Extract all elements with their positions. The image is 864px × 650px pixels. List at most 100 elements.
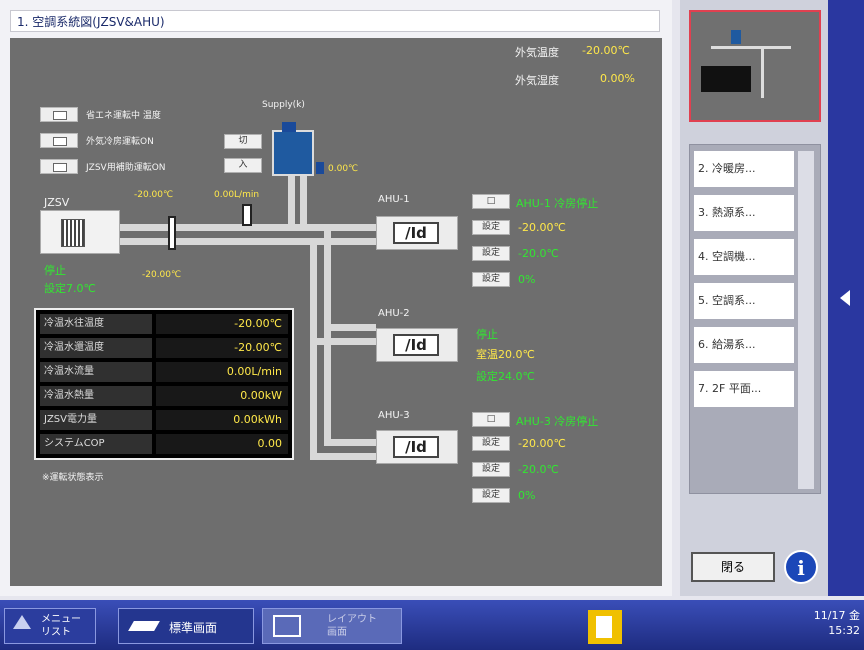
table-row: JZSV電力量 0.00kWh bbox=[40, 410, 288, 430]
pipe bbox=[120, 238, 382, 245]
ahu-1-setpoint-button[interactable]: 設定 bbox=[472, 246, 510, 261]
list-item[interactable]: 6. 給湯系... bbox=[694, 327, 794, 363]
tank-valve-icon bbox=[282, 122, 296, 132]
valve-icon bbox=[242, 204, 252, 226]
ahu-1-label: AHU-1 bbox=[378, 194, 410, 205]
pipe-temp-1: -20.00℃ bbox=[134, 190, 174, 200]
ahu-1-humidity: 0% bbox=[518, 273, 536, 286]
ahu-2-room-temp: 室温20.0℃ bbox=[476, 348, 535, 361]
ahu-1-setpoint-button[interactable]: 設定 bbox=[472, 220, 510, 235]
heat-pump-icon bbox=[61, 219, 85, 247]
main-window: 1. 空調系統図(JZSV&AHU) 外気温度 -20.00℃ 外気湿度 0.0… bbox=[0, 0, 672, 596]
list-item[interactable]: 2. 冷暖房... bbox=[694, 151, 794, 187]
supply-tank bbox=[272, 130, 314, 176]
window-title: 1. 空調系統図(JZSV&AHU) bbox=[10, 10, 660, 32]
pipe bbox=[324, 224, 331, 446]
row-value: 0.00kW bbox=[156, 386, 288, 406]
system-diagram: 外気温度 -20.00℃ 外気湿度 0.00% 省エネ運転中 温度 外気冷房運転… bbox=[10, 38, 662, 586]
table-row: 冷温水還温度 -20.00℃ bbox=[40, 338, 288, 358]
thumbnail-table bbox=[701, 66, 751, 92]
clock-date: 11/17 金 bbox=[813, 609, 860, 622]
info-icon[interactable]: i bbox=[784, 550, 818, 584]
row-value: 0.00L/min bbox=[156, 362, 288, 382]
arrow-left-icon bbox=[840, 290, 850, 306]
list-item[interactable]: 7. 2F 平面... bbox=[694, 371, 794, 407]
row-value: -20.00℃ bbox=[156, 338, 288, 358]
clock: 11/17 金 15:32 bbox=[790, 608, 860, 638]
control-label: JZSV用補助運転ON bbox=[86, 163, 166, 173]
control-toggle[interactable] bbox=[40, 133, 78, 148]
row-label: システムCOP bbox=[40, 434, 152, 454]
screen-list: 2. 冷暖房... 3. 熱源系... 4. 空調機... 5. 空調系... … bbox=[689, 144, 821, 494]
thumbnail-pipe bbox=[711, 46, 791, 49]
row-label: JZSV電力量 bbox=[40, 410, 152, 430]
control-label: 省エネ運転中 温度 bbox=[86, 111, 161, 121]
standard-screen-button[interactable]: 標準画面 bbox=[118, 608, 254, 644]
jzsv-label: JZSV bbox=[44, 196, 70, 209]
ahu-3-setpoint-button[interactable]: 設定 bbox=[472, 488, 510, 503]
measurement-table: 冷温水往温度 -20.00℃ 冷温水還温度 -20.00℃ 冷温水流量 0.00L/m… bbox=[34, 308, 294, 460]
toggle-indicator bbox=[53, 111, 67, 120]
ahu-1-toggle[interactable]: □ bbox=[472, 194, 510, 209]
pipe bbox=[310, 453, 376, 460]
panel-collapse-handle[interactable] bbox=[828, 0, 864, 596]
outdoor-temp-value: -20.00℃ bbox=[582, 44, 630, 57]
row-label: 冷温水往温度 bbox=[40, 314, 152, 334]
ahu-3-setpoint-button[interactable]: 設定 bbox=[472, 462, 510, 477]
pipe bbox=[300, 176, 307, 226]
pipe bbox=[288, 176, 295, 226]
table-note: ※運転状態表示 bbox=[42, 473, 104, 483]
ahu-3-supply-temp: -20.00℃ bbox=[518, 437, 566, 450]
row-label: 冷温水還温度 bbox=[40, 338, 152, 358]
table-row: システムCOP 0.00 bbox=[40, 434, 288, 454]
on-button[interactable]: 入 bbox=[224, 158, 262, 173]
close-button[interactable]: 閉る bbox=[691, 552, 775, 582]
layout-icon bbox=[273, 615, 301, 637]
pipe-temp-2: -20.00℃ bbox=[142, 270, 182, 280]
thumbnail-pipe bbox=[761, 48, 764, 98]
taskbar: メニュー リスト 標準画面 レイアウト 画面 11/17 金 15:32 bbox=[0, 600, 864, 650]
standard-screen-label: 標準画面 bbox=[169, 621, 218, 635]
ahu-2-unit[interactable]: /Id bbox=[376, 328, 458, 362]
pipe bbox=[324, 324, 376, 331]
list-scrollbar[interactable] bbox=[798, 151, 814, 489]
ahu-3-room-temp: -20.0℃ bbox=[518, 463, 559, 476]
layout-screen-label: レイアウト 画面 bbox=[327, 614, 377, 638]
ahu-3-label: AHU-3 bbox=[378, 410, 410, 421]
menu-list-label: メニュー リスト bbox=[41, 614, 81, 638]
outdoor-temp-label: 外気温度 bbox=[515, 46, 559, 59]
ahu-3-unit[interactable]: /Id bbox=[376, 430, 458, 464]
ahu-1-room-temp: -20.0℃ bbox=[518, 247, 559, 260]
screen-icon bbox=[128, 621, 160, 631]
off-button[interactable]: 切 bbox=[224, 134, 262, 149]
jzsv-setpoint: 設定7.0℃ bbox=[44, 282, 96, 295]
notification-icon[interactable] bbox=[588, 610, 622, 644]
pipe bbox=[324, 439, 376, 446]
list-item[interactable]: 4. 空調機... bbox=[694, 239, 794, 275]
ahu-3-toggle[interactable]: □ bbox=[472, 412, 510, 427]
list-item[interactable]: 3. 熱源系... bbox=[694, 195, 794, 231]
ahu-1-setpoint-button[interactable]: 設定 bbox=[472, 272, 510, 287]
fan-coil-icon: /Id bbox=[393, 222, 439, 244]
tank-sensor-icon bbox=[316, 162, 324, 174]
row-label: 冷温水熱量 bbox=[40, 386, 152, 406]
ahu-1-unit[interactable]: /Id bbox=[376, 216, 458, 250]
valve-icon bbox=[168, 216, 176, 250]
document-icon bbox=[596, 616, 612, 638]
jzsv-unit[interactable] bbox=[40, 210, 120, 254]
menu-list-button[interactable]: メニュー リスト bbox=[4, 608, 96, 644]
table-row: 冷温水往温度 -20.00℃ bbox=[40, 314, 288, 334]
diagram-thumbnail[interactable] bbox=[689, 10, 821, 122]
ahu-1-status: AHU-1 冷房停止 bbox=[516, 197, 599, 210]
control-label: 外気冷房運転ON bbox=[86, 137, 154, 147]
ahu-3-setpoint-button[interactable]: 設定 bbox=[472, 436, 510, 451]
thumbnail-tank bbox=[731, 30, 741, 44]
toggle-indicator bbox=[53, 163, 67, 172]
pipe bbox=[310, 238, 317, 460]
control-toggle[interactable] bbox=[40, 107, 78, 122]
list-item[interactable]: 5. 空調系... bbox=[694, 283, 794, 319]
fan-coil-icon: /Id bbox=[393, 436, 439, 458]
control-toggle[interactable] bbox=[40, 159, 78, 174]
up-arrow-icon bbox=[13, 615, 31, 629]
layout-screen-button[interactable]: レイアウト 画面 bbox=[262, 608, 402, 644]
